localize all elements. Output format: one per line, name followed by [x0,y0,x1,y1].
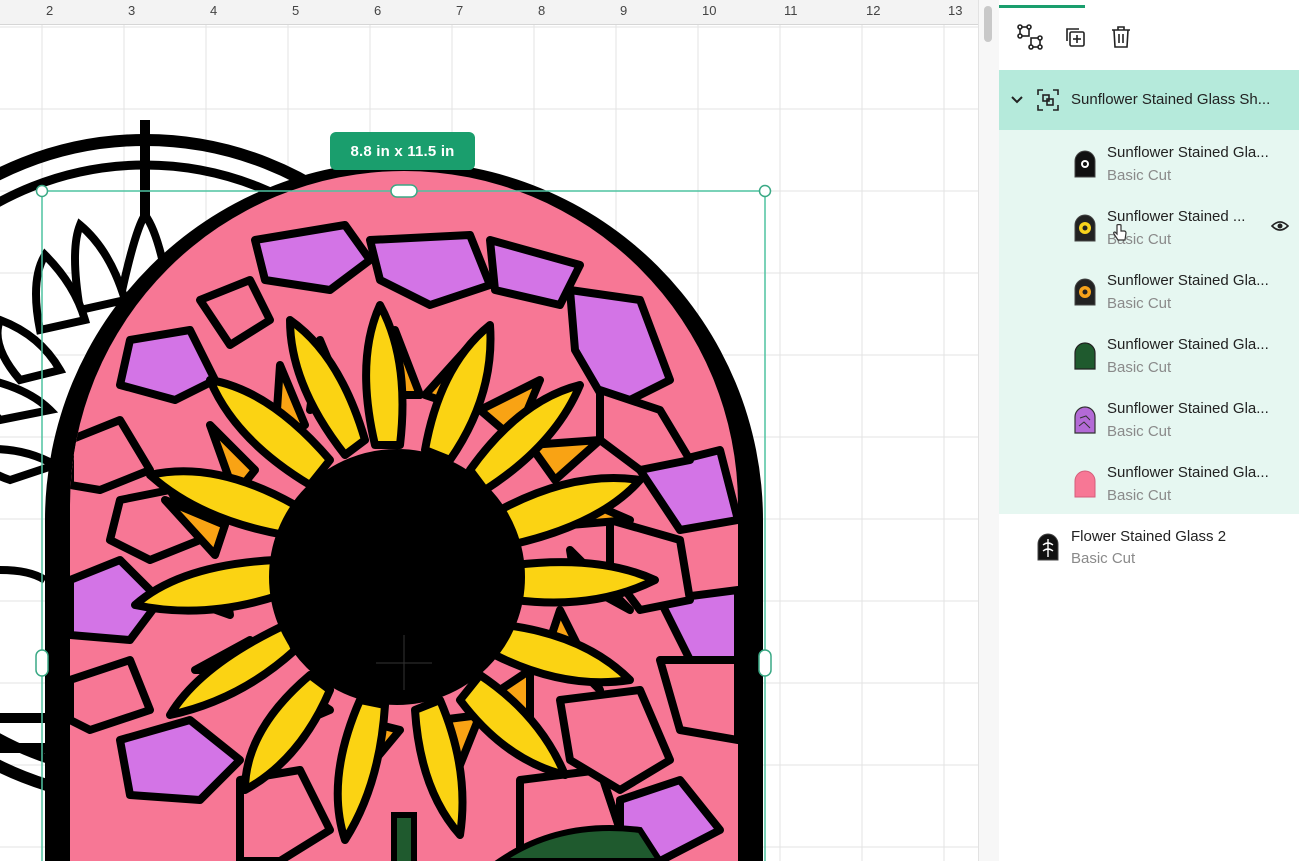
scrollbar-thumb[interactable] [984,6,992,42]
layer-operation: Basic Cut [1107,423,1172,440]
group-icon [1037,89,1059,111]
trash-icon [1112,26,1130,48]
group-children-list: Sunflower Stained Gla... Basic Cut Sunfl… [999,130,1299,514]
layer-name: Sunflower Stained Gla... [1107,400,1269,417]
layer-item[interactable]: Sunflower Stained Gla... Basic Cut [999,386,1299,450]
layer-name: Sunflower Stained Gla... [1107,336,1269,353]
hand-cursor-icon [1113,224,1127,241]
layer-thumbnail [1074,342,1096,370]
layer-operation: Basic Cut [1107,167,1172,184]
duplicate-icon [1066,28,1085,47]
layer-group-row[interactable]: Sunflower Stained Glass Sh... [999,70,1299,130]
layer-item[interactable]: Sunflower Stained Gla... Basic Cut [999,322,1299,386]
layer-thumbnail [1074,406,1096,434]
eye-icon[interactable] [1271,220,1289,232]
layer-item[interactable]: Sunflower Stained Gla... Basic Cut [999,258,1299,322]
layer-thumbnail [1074,150,1096,178]
chevron-down-icon[interactable] [1010,93,1024,107]
delete-button[interactable] [1106,22,1136,52]
duplicate-button[interactable] [1060,22,1090,52]
layer-item[interactable]: Sunflower Stained Gla... Basic Cut [999,450,1299,514]
canvas-vertical-scrollbar[interactable] [978,0,1000,861]
active-tab-indicator [999,5,1085,8]
layers-panel: Sunflower Stained Glass Sh... Sunflower … [999,0,1299,861]
layer-operation: Basic Cut [1107,295,1172,312]
ungroup-button[interactable] [1015,22,1045,52]
layer-name: Sunflower Stained ... [1107,208,1246,225]
layer-item[interactable]: Sunflower Stained Gla... Basic Cut [999,130,1299,194]
selection-size-label: 8.8 in x 11.5 in [330,132,475,170]
layer-operation: Basic Cut [1107,487,1172,504]
group-layer-name: Sunflower Stained Glass Sh... [1071,91,1271,108]
layer-thumbnail [1074,470,1096,498]
layer-thumbnail [1037,533,1059,561]
layer-thumbnail [1074,278,1096,306]
layer-name: Sunflower Stained Gla... [1107,272,1269,289]
layer-name: Flower Stained Glass 2 [1071,528,1227,545]
layer-item-flower-stained-glass-2[interactable]: Flower Stained Glass 2 Basic Cut [999,515,1299,579]
ungroup-icon [1017,24,1043,50]
layer-operation: Basic Cut [1071,550,1136,567]
design-canvas[interactable]: 2 3 4 5 6 7 8 9 10 11 12 13 8.8 in x 11.… [0,0,978,861]
layer-thumbnail [1074,214,1096,242]
sunflower-stained-glass-artwork[interactable] [0,0,978,861]
layer-name: Sunflower Stained Gla... [1107,144,1269,161]
layer-operation: Basic Cut [1107,359,1172,376]
layer-name: Sunflower Stained Gla... [1107,464,1269,481]
layer-item[interactable]: Sunflower Stained ... Basic Cut [999,194,1299,258]
